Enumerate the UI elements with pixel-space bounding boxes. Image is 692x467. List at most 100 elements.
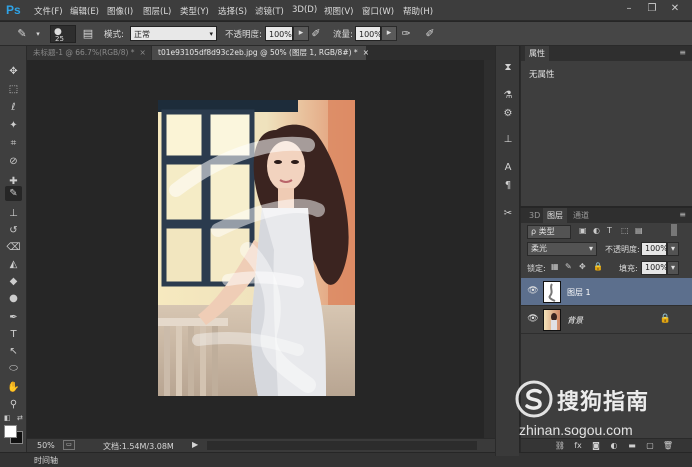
timeline-label[interactable]: 时间轴 (34, 455, 58, 466)
layer-name[interactable]: 图层 1 (567, 287, 591, 298)
close-icon[interactable]: × (363, 48, 369, 57)
opacity-slider-button[interactable]: ▾ (667, 242, 679, 256)
fill-field[interactable]: 100% (641, 261, 668, 275)
crop-tool-icon[interactable]: ⌗ (5, 136, 22, 151)
restore-icon[interactable]: ❐ (643, 2, 661, 16)
hand-tool-icon[interactable]: ✋ (5, 380, 22, 395)
filter-toggle[interactable] (671, 224, 677, 236)
pen-tool-icon[interactable]: ✒ (5, 310, 22, 325)
chevron-down-icon[interactable]: ▾ (30, 26, 46, 42)
link-layers-icon[interactable]: ⛓ (553, 440, 567, 452)
pressure-size-icon[interactable]: ✐ (422, 26, 438, 42)
dodge-tool-icon[interactable]: ● (5, 291, 22, 306)
menu-help[interactable]: 帮助(H) (403, 5, 433, 17)
mode-select[interactable]: 正常 ▾ (130, 26, 217, 41)
filter-shape-icon[interactable]: ⬚ (621, 226, 629, 235)
default-colors-icon[interactable]: ◧ (4, 414, 11, 422)
tab-active-document[interactable]: t01e93105df8d93c2eb.jpg @ 50% (图层 1, RGB… (152, 46, 369, 60)
marquee-tool-icon[interactable]: ⬚ (5, 82, 22, 97)
lock-all-icon[interactable]: 🔒 (593, 262, 603, 271)
new-layer-icon[interactable]: ▢ (643, 440, 657, 452)
layer-style-icon[interactable]: fx (571, 440, 585, 452)
fill-slider-button[interactable]: ▾ (667, 261, 679, 275)
zoom-tool-icon[interactable]: ⚲ (5, 397, 22, 412)
menu-3d[interactable]: 3D(D) (292, 5, 317, 15)
add-mask-icon[interactable]: ◙ (589, 440, 603, 452)
foreground-color-swatch[interactable] (4, 425, 17, 438)
brush-tool-icon[interactable]: ✎ (5, 186, 22, 201)
pressure-opacity-icon[interactable]: ✐ (308, 26, 324, 42)
tool-presets-panel-icon[interactable]: ✂ (500, 206, 516, 222)
history-brush-tool-icon[interactable]: ↺ (5, 223, 22, 238)
filter-adjustment-icon[interactable]: ◐ (593, 226, 600, 235)
menu-select[interactable]: 选择(S) (218, 5, 247, 17)
layer-filter-select[interactable]: ρ 类型 (527, 225, 571, 239)
character-panel-icon[interactable]: A (500, 160, 516, 176)
flow-field[interactable]: 100% (355, 26, 382, 41)
status-menu-arrow-icon[interactable]: ▶ (192, 440, 198, 449)
zoom-level[interactable]: 50% (37, 441, 55, 450)
status-options-icon[interactable]: ▭ (63, 440, 75, 450)
horizontal-scrollbar[interactable] (207, 441, 477, 450)
menu-view[interactable]: 视图(V) (324, 5, 353, 17)
move-tool-icon[interactable]: ✥ (5, 64, 22, 79)
eye-icon[interactable]: 👁 (527, 314, 539, 326)
filter-smart-object-icon[interactable]: ▤ (635, 226, 643, 235)
history-panel-icon[interactable]: ⧗ (500, 60, 516, 76)
panel-menu-icon[interactable]: ≡ (679, 210, 686, 219)
tab-channels[interactable]: 通道 (569, 208, 593, 223)
layer-row[interactable]: 👁 背景 🔒 (521, 306, 692, 334)
tab-properties[interactable]: 属性 (525, 46, 549, 61)
menu-layer[interactable]: 图层(L) (143, 5, 171, 17)
brush-preset-picker[interactable]: ● 25 (50, 25, 76, 43)
close-icon[interactable]: × (140, 48, 146, 57)
adjustments-panel-icon[interactable]: ⚙ (500, 106, 516, 122)
menu-filter[interactable]: 滤镜(T) (255, 5, 284, 17)
vertical-scrollbar[interactable] (484, 60, 495, 438)
actions-panel-icon[interactable]: ⚗ (500, 88, 516, 104)
opacity-dropdown-button[interactable]: ▸ (293, 26, 309, 41)
panel-menu-icon[interactable]: ≡ (679, 48, 686, 57)
eraser-tool-icon[interactable]: ⌫ (5, 240, 22, 255)
layer-name[interactable]: 背景 (567, 315, 583, 326)
tab-layers[interactable]: 图层 (543, 208, 567, 223)
tab-untitled[interactable]: 未标题-1 @ 66.7%(RGB/8) * × (27, 46, 151, 60)
minimize-icon[interactable]: – (620, 2, 638, 16)
tab-3d[interactable]: 3D (525, 208, 544, 223)
type-tool-icon[interactable]: T (5, 327, 22, 342)
menu-file[interactable]: 文件(F) (34, 5, 63, 17)
brush-tool-icon[interactable]: ✎ (14, 26, 30, 42)
close-icon[interactable]: ✕ (666, 2, 684, 16)
clone-stamp-tool-icon[interactable]: ⊥ (5, 206, 22, 221)
airbrush-icon[interactable]: ✑ (398, 26, 414, 42)
menu-window[interactable]: 窗口(W) (362, 5, 394, 17)
menu-image[interactable]: 图像(I) (107, 5, 133, 17)
blur-tool-icon[interactable]: ◆ (5, 274, 22, 289)
adjustment-layer-icon[interactable]: ◐ (607, 440, 621, 452)
clone-source-panel-icon[interactable]: ⊥ (500, 132, 516, 148)
layer-opacity-field[interactable]: 100% (641, 242, 668, 256)
brush-panel-icon[interactable]: ▤ (80, 26, 96, 42)
opacity-field[interactable]: 100% (265, 26, 293, 41)
new-group-icon[interactable]: ▬ (625, 440, 639, 452)
ellipse-tool-icon[interactable]: ⬭ (5, 361, 22, 376)
magic-wand-tool-icon[interactable]: ✦ (5, 118, 22, 133)
paint-bucket-tool-icon[interactable]: ◭ (5, 257, 22, 272)
path-selection-tool-icon[interactable]: ↖ (5, 344, 22, 359)
document-canvas-image[interactable] (158, 100, 355, 396)
swap-colors-icon[interactable]: ⇄ (17, 414, 23, 422)
delete-layer-icon[interactable]: 🗑 (661, 440, 675, 452)
eyedropper-tool-icon[interactable]: ⊘ (5, 154, 22, 169)
lasso-tool-icon[interactable]: ℓ (5, 100, 22, 115)
eye-icon[interactable]: 👁 (527, 286, 539, 298)
lock-position-icon[interactable]: ✥ (579, 262, 586, 271)
paragraph-panel-icon[interactable]: ¶ (500, 178, 516, 194)
filter-pixel-icon[interactable]: ▣ (579, 226, 587, 235)
menu-type[interactable]: 类型(Y) (180, 5, 209, 17)
blend-mode-select[interactable]: 柔光 ▾ (527, 242, 597, 256)
lock-transparent-icon[interactable]: ▦ (551, 262, 559, 271)
lock-pixels-icon[interactable]: ✎ (565, 262, 572, 271)
flow-dropdown-button[interactable]: ▸ (381, 26, 397, 41)
menu-edit[interactable]: 编辑(E) (70, 5, 99, 17)
layer-row[interactable]: 👁 图层 1 (521, 278, 692, 306)
